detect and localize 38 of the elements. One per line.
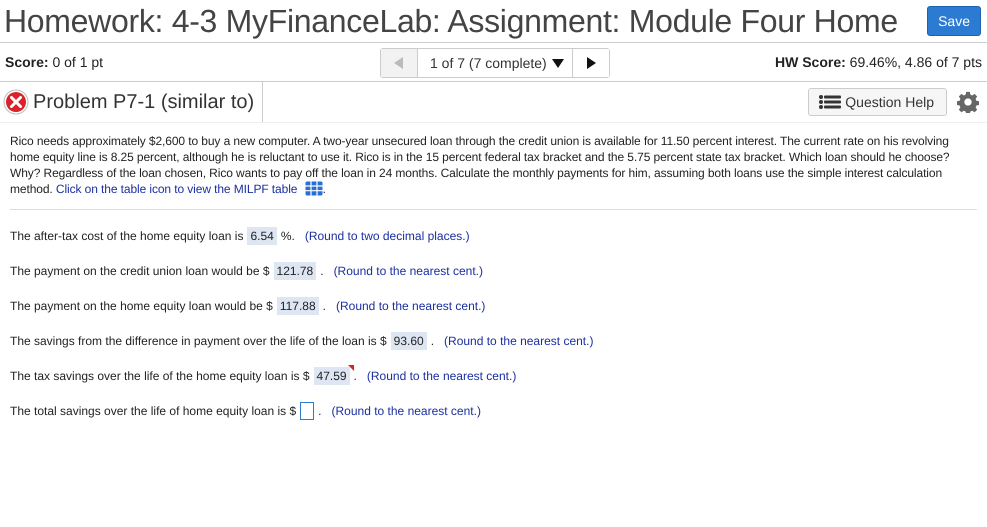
problem-title: Problem P7-1 (similar to): [33, 90, 254, 114]
question-prompt: The tax savings over the life of the home equity loan is $: [10, 368, 310, 382]
rounding-hint: (Round to the nearest cent.): [334, 264, 483, 278]
question-prompt: The savings from the difference in payment over the life of the loan is $: [10, 334, 387, 348]
question-prompt: The after-tax cost of the home equity loan is: [10, 228, 244, 242]
punctuation: .: [322, 298, 326, 312]
rounding-hint: (Round to the nearest cent.): [444, 334, 594, 348]
question-text: Rico needs approximately $2,600 to buy a new computer. A two-year unsecured loan through the credit union is available for 11.50 percent interest. The current rate on his revolving home equity line is 8.25 percent, although he is reluctant to use it. Rico is in the 15 percent federal tax bracket and the 5.75 percent state tax bracket. Which loan should he choose? Why? Regardless of the loan chosen, Rico wants to pay off the loan in 24 months. Calculate the monthly payments for him, assuming both loans use the simple interest calculation method. Click on the table icon to view the MILPF table .: [10, 133, 951, 197]
table-icon[interactable]: [304, 181, 323, 196]
punctuation: .: [320, 264, 324, 278]
score-text: Score: 0 of 1 pt: [5, 54, 104, 70]
rounding-hint: (Round to two decimal places.): [304, 228, 470, 242]
answer-field[interactable]: 117.88: [276, 296, 319, 314]
rounding-hint: (Round to the nearest cent.): [366, 368, 516, 382]
answer-field[interactable]: 93.60: [390, 332, 427, 350]
answer-field[interactable]: 121.78: [274, 262, 316, 280]
punctuation: .: [318, 404, 322, 418]
question-help-button[interactable]: Question Help: [808, 88, 947, 116]
right-triangle-icon: [586, 57, 596, 69]
punctuation: %.: [280, 228, 295, 242]
question-prompt: The payment on the credit union loan would be $: [10, 264, 270, 278]
page-title: Homework: 4-3 MyFinanceLab: Assignment: Module Four Home: [4, 2, 898, 40]
save-button[interactable]: Save: [927, 6, 981, 36]
punctuation: .: [430, 334, 434, 348]
punctuation: .: [354, 368, 357, 382]
answer-field[interactable]: 6.54: [247, 226, 277, 244]
answer-field[interactable]: [300, 402, 314, 420]
table-link[interactable]: Click on the table icon to view the MILPF table: [56, 182, 298, 196]
rounding-hint: (Round to the nearest cent.): [336, 298, 486, 312]
question-selector[interactable]: 1 of 7 (7 complete): [417, 49, 573, 77]
hw-score-text: HW Score: 69.46%, 4.86 of 7 pts: [774, 54, 982, 70]
left-triangle-icon: [394, 57, 404, 69]
question-prompt: The payment on the home equity loan would be $: [10, 298, 273, 312]
list-icon: [819, 95, 842, 109]
question-prompt: The total savings over the life of home equity loan is $: [10, 404, 296, 418]
settings-icon[interactable]: [957, 91, 979, 113]
caret-icon: [552, 58, 564, 68]
rounding-hint: (Round to the nearest cent.): [332, 404, 481, 418]
